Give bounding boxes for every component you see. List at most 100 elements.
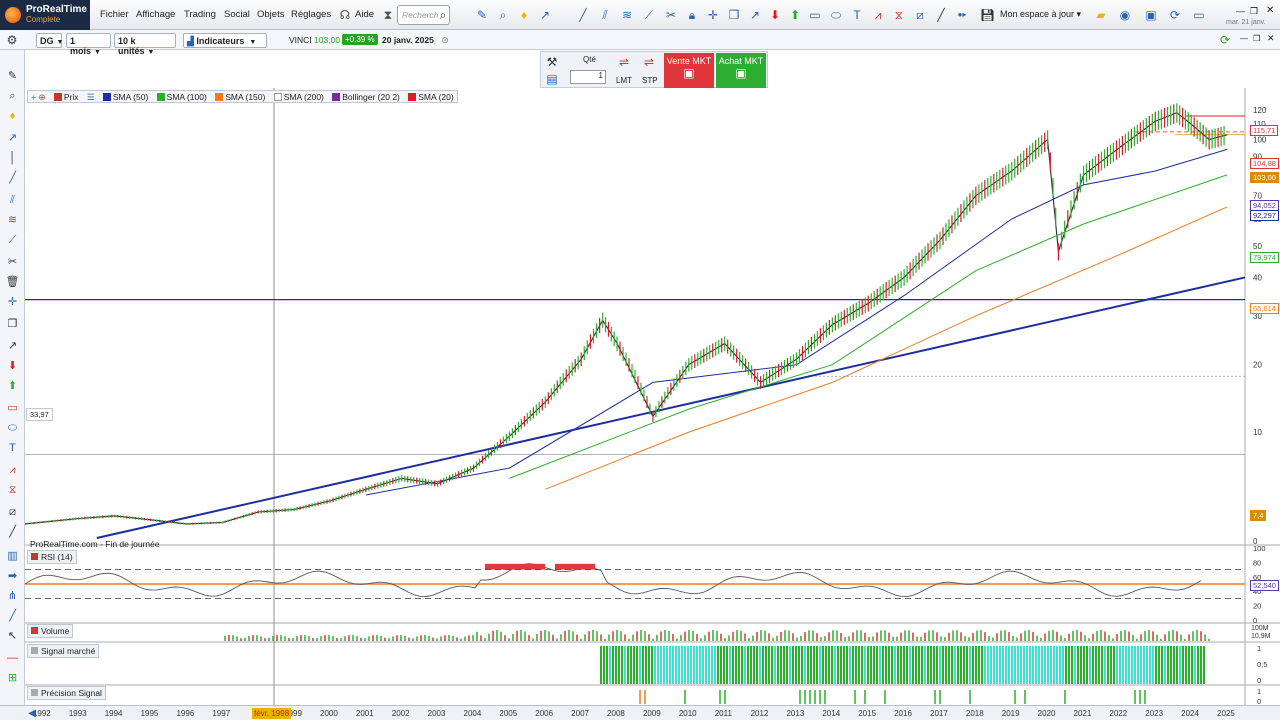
legend-item-sma150[interactable]: SMA (150) (212, 91, 268, 103)
menu-aide[interactable]: Aide (355, 9, 374, 20)
refresh-icon[interactable]: ⟳ (1218, 33, 1232, 47)
gann-icon[interactable]: ⧖ (892, 8, 906, 22)
next-arrow-icon[interactable]: ➡ (5, 570, 20, 582)
window-icon[interactable]: ▭ (1192, 8, 1206, 22)
legend-item-prix[interactable]: Prix (51, 91, 82, 103)
sync-icon[interactable]: ⟳ (1168, 8, 1182, 22)
pitchfork-tool-icon[interactable]: ⟋ (5, 234, 20, 246)
text-tool-icon[interactable]: T (5, 442, 20, 454)
legend-list-icon[interactable]: ☰ (84, 91, 98, 104)
alert-tool-icon[interactable]: ♦ (5, 110, 20, 122)
trend-tool-icon[interactable]: ⟋ (642, 8, 656, 22)
crosshair-icon[interactable]: ✛ (706, 8, 720, 22)
rectangle-tool-icon[interactable]: ▭ (5, 402, 20, 414)
screener-icon[interactable]: ⧗ (381, 8, 395, 22)
select-tool-icon[interactable]: ↗ (5, 132, 20, 144)
arrow-up-right-icon[interactable]: ↗ (748, 8, 762, 22)
ruler-icon[interactable]: ⧄ (913, 8, 927, 22)
volume-panel-label[interactable]: Volume (27, 624, 74, 638)
zoom-icon[interactable]: ⌕ (496, 8, 510, 22)
keyboard-icon[interactable]: ▤ (545, 72, 559, 86)
menu-social[interactable]: Social (224, 9, 250, 20)
more-tools-icon[interactable]: ●▸ (955, 8, 969, 22)
stop-order-icon[interactable]: ⇌ (642, 55, 656, 69)
menu-affichage[interactable]: Affichage (136, 9, 175, 20)
fan-tool-icon[interactable]: ⩘ (5, 464, 20, 476)
sound-icon[interactable]: ◉ (1118, 8, 1132, 22)
channel-tool-icon[interactable]: ⫽ (598, 8, 612, 22)
quantity-input[interactable]: 1 (570, 70, 606, 84)
signal-panel-label[interactable]: Signal marché (27, 644, 100, 658)
chart-area[interactable]: 1201101009080706050403020100100806040200… (25, 88, 1280, 705)
crosshair-tool-icon[interactable]: ✛ (5, 296, 20, 308)
buy-market-button[interactable]: Achat MKT ▣ (716, 53, 766, 88)
info-icon[interactable]: ⊙ (438, 33, 452, 47)
arrow-down-icon[interactable]: ⬇ (768, 8, 782, 22)
volume-profile-icon[interactable]: ▥ (5, 550, 20, 562)
chart-maximize-button[interactable]: ❐ (1253, 34, 1260, 43)
ray-tool-icon[interactable]: ╱ (5, 526, 20, 538)
menu-reglages[interactable]: Réglages (291, 9, 331, 20)
layout-icon[interactable]: ▣ (1144, 8, 1158, 22)
close-button[interactable]: ✕ (1266, 5, 1274, 16)
vertical-line-icon[interactable]: │ (5, 152, 20, 164)
app-logo[interactable]: ProRealTime Complete (0, 0, 90, 30)
legend-add-icon[interactable]: + ⊕ (28, 91, 48, 104)
scissors-tool-icon[interactable]: ✂ (5, 256, 20, 268)
arrow-tool-icon[interactable]: ↗ (5, 340, 20, 352)
line-tool-icon[interactable]: ╱ (576, 8, 590, 22)
rectangle-icon[interactable]: ▭ (808, 8, 822, 22)
text-tool-icon[interactable]: T (850, 8, 864, 22)
symbol-dropdown[interactable]: DG ▼ (36, 33, 63, 48)
menu-fichier[interactable]: Fichier (100, 9, 129, 20)
limit-order-icon[interactable]: ⇌ (617, 55, 631, 69)
lock-icon[interactable]: 🔒︎ (685, 8, 699, 22)
ellipse-tool-icon[interactable]: ⬭ (5, 422, 20, 434)
pointer-icon[interactable]: ↗ (538, 8, 552, 22)
chart-settings-icon[interactable]: ⚙ (5, 33, 19, 47)
search-icon[interactable]: ⌕ (436, 8, 450, 22)
minimize-button[interactable]: — (1236, 6, 1245, 16)
gann-tool-icon[interactable]: ⧖ (5, 484, 20, 496)
object-list-icon[interactable]: ⊞ (5, 672, 20, 684)
trendline-tool-icon[interactable]: ╱ (5, 172, 20, 184)
legend-item-bollinger[interactable]: Bollinger (20 2) (329, 91, 403, 103)
chart-minimize-button[interactable]: — (1240, 34, 1248, 43)
network-icon[interactable]: ⋔ (5, 590, 20, 602)
folder-icon[interactable]: ▰ (1094, 8, 1108, 22)
headset-icon[interactable]: ☊ (338, 8, 352, 22)
ellipse-icon[interactable]: ⬭ (829, 8, 843, 22)
wrench-icon[interactable]: ⚒ (545, 55, 559, 69)
hline-tool-icon[interactable]: — (5, 652, 20, 664)
up-arrow-tool-icon[interactable]: ⬆ (5, 380, 20, 392)
legend-item-sma200[interactable]: SMA (200) (271, 91, 327, 103)
time-axis[interactable]: ◀ 1992 1993 1994 1995 1996 1997 1999 2000 2001 20… (0, 705, 1280, 720)
units-dropdown[interactable]: 10 k unités ▼ (114, 33, 176, 56)
down-arrow-tool-icon[interactable]: ⬇ (5, 360, 20, 372)
sell-market-button[interactable]: Vente MKT ▣ (664, 53, 714, 88)
fan-tool-icon[interactable]: ⩘ (871, 8, 885, 22)
menu-objets[interactable]: Objets (257, 9, 284, 20)
legend-item-sma100[interactable]: SMA (100) (154, 91, 210, 103)
trash-icon[interactable]: 🗑︎ (5, 276, 20, 288)
arrow-up-icon[interactable]: ⬆ (788, 8, 802, 22)
line-draw-icon[interactable]: ╱ (5, 610, 20, 622)
copy-icon[interactable]: ❐ (727, 8, 741, 22)
stop-order-button[interactable]: STP (642, 76, 658, 85)
draw-pen-icon[interactable]: ✎ (5, 70, 20, 82)
maximize-button[interactable]: ❐ (1250, 6, 1258, 17)
price-chart[interactable]: 1201101009080706050403020100100806040200… (25, 88, 1280, 705)
period-dropdown[interactable]: 1 mois ▼ (66, 33, 111, 56)
indicators-button[interactable]: ▟ Indicateurs ▼ (183, 33, 267, 48)
scissors-icon[interactable]: ✂ (664, 8, 678, 22)
alert-bell-icon[interactable]: ♦ (517, 8, 531, 22)
menu-trading[interactable]: Trading (184, 9, 216, 20)
rsi-panel-label[interactable]: RSI (14) (27, 550, 77, 564)
cursor-icon[interactable]: ↖ (5, 630, 20, 642)
ray-icon[interactable]: ╱ (934, 8, 948, 22)
channel-tool-icon[interactable]: ⫽ (5, 194, 20, 206)
fibonacci-icon[interactable]: ≋ (620, 8, 634, 22)
legend-item-sma50[interactable]: SMA (50) (100, 91, 151, 103)
save-icon[interactable]: 💾︎ (980, 8, 995, 22)
pen-icon[interactable]: ✎ (475, 8, 489, 22)
